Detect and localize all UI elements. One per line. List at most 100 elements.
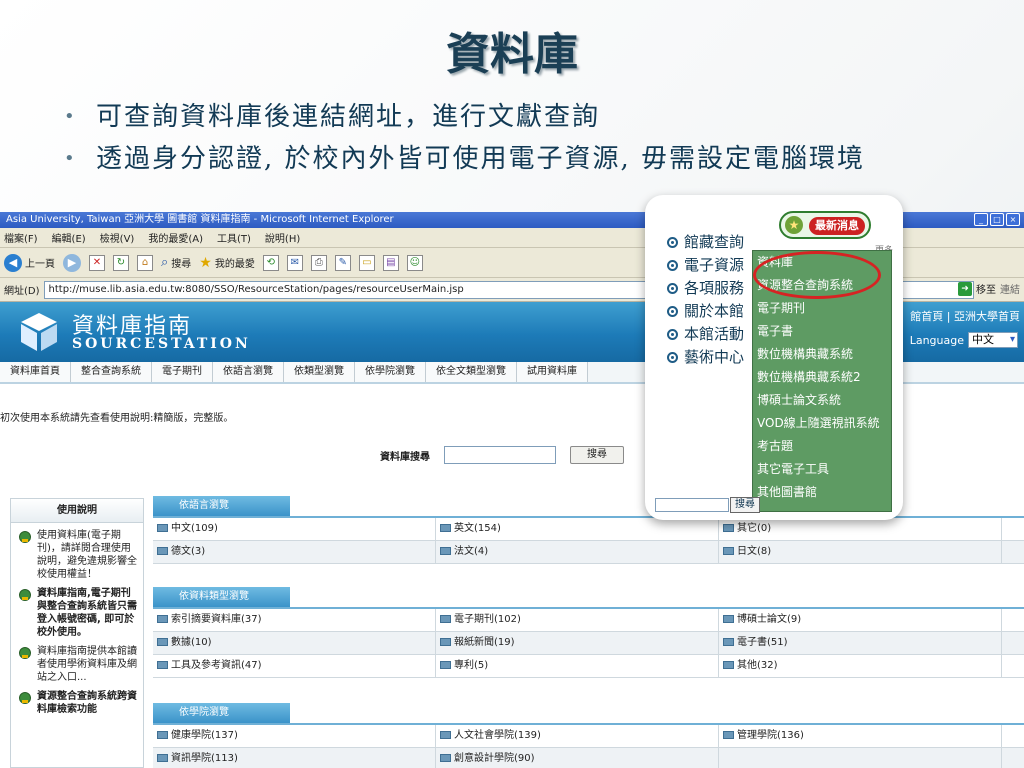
- folder-icon: [723, 524, 734, 532]
- search-button[interactable]: ⌕ 搜尋: [161, 255, 191, 270]
- mail-icon[interactable]: ✉: [286, 254, 303, 271]
- menu-item-label: 藝術中心: [684, 348, 745, 366]
- bullet-ring-icon: [667, 352, 678, 363]
- category-label: 法文(4): [454, 546, 489, 557]
- language-select[interactable]: 中文: [968, 332, 1018, 348]
- folder-icon[interactable]: ▭: [358, 254, 375, 271]
- site-subtitle: SOURCESTATION: [72, 336, 251, 352]
- menu-file[interactable]: 檔案(F): [4, 230, 38, 245]
- menu-help[interactable]: 說明(H): [265, 230, 300, 245]
- favorites-button[interactable]: ★ 我的最愛: [199, 255, 255, 271]
- db-search-input[interactable]: [444, 446, 556, 464]
- bullet-ring-icon: [667, 260, 678, 271]
- tab-metasearch[interactable]: 整合查詢系統: [71, 362, 152, 382]
- category-link[interactable]: 博碩士論文(9): [719, 609, 1002, 631]
- category-link[interactable]: 英文(154): [436, 518, 719, 540]
- help-item-text: 資源整合查詢系統跨資料庫檢索功能: [37, 691, 137, 715]
- help-item[interactable]: 資料庫指南提供本館讀者使用學術資料庫及網站之入口...: [11, 639, 143, 684]
- menu-edit[interactable]: 編輯(E): [52, 230, 86, 245]
- go-arrow-icon[interactable]: ➜: [958, 281, 972, 296]
- edit-icon[interactable]: ✎: [334, 254, 351, 271]
- news-button[interactable]: ★ 最新消息: [779, 211, 871, 239]
- menu-item[interactable]: 藝術中心: [667, 346, 744, 369]
- category-link[interactable]: 健康學院(137): [153, 725, 436, 747]
- submenu-item[interactable]: 數位機構典藏系統: [753, 343, 891, 366]
- category-link[interactable]: 創意設計學院(90): [436, 748, 719, 768]
- category-table-type: 索引摘要資料庫(37) 電子期刊(102) 博碩士論文(9) 數據(10) 報紙…: [153, 607, 1024, 678]
- messenger-icon[interactable]: ☺: [406, 254, 423, 271]
- submenu-item[interactable]: 其他圖書館: [753, 481, 891, 504]
- person-icon: [19, 589, 31, 601]
- go-button[interactable]: 移至: [976, 281, 996, 296]
- category-label: 資訊學院(113): [171, 753, 238, 764]
- menu-item[interactable]: 電子資源: [667, 254, 744, 277]
- history-icon[interactable]: ⟲: [262, 254, 279, 271]
- submenu-item[interactable]: 電子書: [753, 320, 891, 343]
- help-item-text: 資料庫指南提供本館讀者使用學術資料庫及網站之入口...: [37, 646, 137, 683]
- category-link[interactable]: 電子書(51): [719, 632, 1002, 654]
- help-item[interactable]: 資源整合查詢系統跨資料庫檢索功能: [11, 684, 143, 716]
- category-link[interactable]: 數據(10): [153, 632, 436, 654]
- popup-search-button[interactable]: 搜尋: [730, 497, 760, 513]
- category-link[interactable]: 報紙新聞(19): [436, 632, 719, 654]
- tab-trial-db[interactable]: 試用資料庫: [517, 362, 588, 382]
- menu-favorites[interactable]: 我的最愛(A): [148, 230, 203, 245]
- back-button[interactable]: ◀ 上一頁: [4, 253, 55, 272]
- category-link[interactable]: 其它(0): [719, 518, 1002, 540]
- category-link[interactable]: 專利(5): [436, 655, 719, 677]
- submenu-item[interactable]: 博碩士論文系統: [753, 389, 891, 412]
- stop-icon[interactable]: ✕: [89, 254, 105, 271]
- category-link[interactable]: 中文(109): [153, 518, 436, 540]
- category-link[interactable]: 電子期刊(102): [436, 609, 719, 631]
- category-link[interactable]: 日文(8): [719, 541, 1002, 563]
- menu-item[interactable]: 館藏查詢: [667, 231, 744, 254]
- home-icon[interactable]: ⌂: [137, 254, 153, 271]
- category-table-language: 中文(109) 英文(154) 其它(0) 德文(3) 法文(4) 日文(8): [153, 516, 1024, 564]
- category-link[interactable]: 工具及參考資訊(47): [153, 655, 436, 677]
- submenu-item[interactable]: 考古題: [753, 435, 891, 458]
- submenu-item[interactable]: 電子期刊: [753, 297, 891, 320]
- category-link[interactable]: 資訊學院(113): [153, 748, 436, 768]
- tab-by-fulltext[interactable]: 依全文類型瀏覽: [426, 362, 517, 382]
- minimize-icon[interactable]: _: [974, 213, 988, 226]
- tab-ejournals[interactable]: 電子期刊: [152, 362, 213, 382]
- submenu-item[interactable]: 其它電子工具: [753, 458, 891, 481]
- category-link[interactable]: 索引摘要資料庫(37): [153, 609, 436, 631]
- top-links[interactable]: 館首頁 | 亞洲大學首頁: [910, 308, 1020, 324]
- refresh-icon[interactable]: ↻: [113, 254, 129, 271]
- category-link[interactable]: 法文(4): [436, 541, 719, 563]
- research-icon[interactable]: ▤: [382, 254, 399, 271]
- menu-tools[interactable]: 工具(T): [217, 230, 251, 245]
- menu-item-label: 電子資源: [684, 256, 745, 274]
- folder-icon: [723, 547, 734, 555]
- tab-by-type[interactable]: 依類型瀏覽: [284, 362, 355, 382]
- category-link[interactable]: 德文(3): [153, 541, 436, 563]
- category-link[interactable]: 人文社會學院(139): [436, 725, 719, 747]
- bullet-ring-icon: [667, 283, 678, 294]
- language-label: Language: [909, 333, 964, 347]
- bullet-ring-icon: [667, 306, 678, 317]
- help-item[interactable]: 資料庫指南,電子期刊與整合查詢系統皆只需登入帳號密碼, 即可於校外使用。: [11, 581, 143, 639]
- submenu-item[interactable]: 數位機構典藏系統2: [753, 366, 891, 389]
- db-search-button[interactable]: 搜尋: [570, 446, 624, 464]
- menu-item[interactable]: 本館活動: [667, 323, 744, 346]
- bullet-item: • 可查詢資料庫後連結網址，進行文獻查詢: [62, 98, 982, 136]
- forward-button[interactable]: ▶: [63, 253, 81, 272]
- menu-item[interactable]: 各項服務: [667, 277, 744, 300]
- tab-db-home[interactable]: 資料庫首頁: [0, 362, 71, 382]
- close-icon[interactable]: ×: [1006, 213, 1020, 226]
- tab-by-language[interactable]: 依語言瀏覽: [213, 362, 284, 382]
- popup-search-input[interactable]: [655, 498, 729, 512]
- menu-item[interactable]: 關於本館: [667, 300, 744, 323]
- help-item[interactable]: 使用資料庫(電子期刊)，請詳閱合理使用說明，避免違規影響全校使用權益！: [11, 523, 143, 581]
- links-button[interactable]: 連結: [1000, 281, 1020, 296]
- print-icon[interactable]: ⎙: [310, 254, 327, 271]
- category-link[interactable]: 管理學院(136): [719, 725, 1002, 747]
- maximize-icon[interactable]: □: [990, 213, 1004, 226]
- help-item-text: 資料庫指南,電子期刊與整合查詢系統皆只需登入帳號密碼, 即可於校外使用。: [37, 588, 137, 638]
- submenu-item[interactable]: VOD線上隨選視訊系統: [753, 412, 891, 435]
- category-link[interactable]: 其他(32): [719, 655, 1002, 677]
- zoom-popup: ★ 最新消息 更多 館藏查詢 電子資源 各項服務 關於本館 本館活動 藝術中心 …: [645, 195, 903, 520]
- tab-by-college[interactable]: 依學院瀏覽: [355, 362, 426, 382]
- menu-view[interactable]: 檢視(V): [100, 230, 135, 245]
